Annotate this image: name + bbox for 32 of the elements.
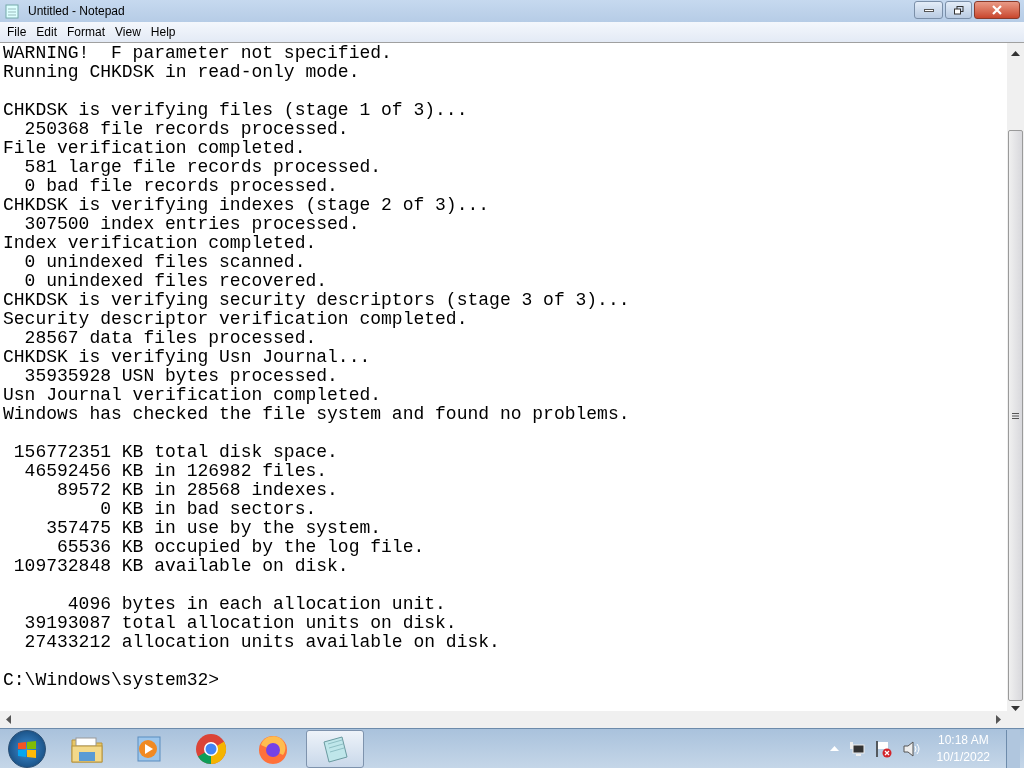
menu-item[interactable]: File (2, 23, 32, 41)
scroll-up-icon[interactable] (1011, 51, 1020, 56)
horizontal-scrollbar[interactable] (0, 711, 1007, 728)
menu-item[interactable]: View (110, 23, 146, 41)
windows-logo-icon (17, 739, 37, 758)
chrome-icon (195, 732, 227, 765)
flag-icon[interactable] (874, 739, 893, 758)
play-icon (135, 734, 163, 763)
network-icon[interactable] (848, 740, 865, 757)
scroll-right-icon[interactable] (996, 715, 1001, 724)
show-desktop-button[interactable] (1006, 729, 1020, 768)
taskbar-button[interactable] (306, 729, 364, 768)
restore-icon (953, 5, 964, 15)
scrollbar-thumb[interactable] (1008, 130, 1023, 701)
grip-icon (1012, 412, 1019, 419)
menu-item[interactable]: Edit (31, 23, 63, 41)
start-button[interactable] (8, 729, 46, 768)
close-icon (991, 5, 1003, 15)
speaker-icon[interactable] (902, 740, 921, 757)
clock-date: 10/1/2022 (936, 748, 990, 766)
menu-item[interactable]: Format (62, 23, 111, 41)
window-title: Untitled - Notepad (28, 3, 125, 20)
close-button[interactable] (974, 1, 1020, 19)
vertical-scrollbar[interactable] (1007, 43, 1024, 711)
minimize-button[interactable] (914, 1, 943, 19)
menu-item[interactable]: Help (145, 23, 181, 41)
notepad-icon (4, 3, 20, 19)
minimize-icon (923, 8, 934, 12)
restore-button[interactable] (945, 1, 972, 19)
clock-time: 10:18 AM (937, 731, 989, 749)
notepad-icon (320, 733, 350, 764)
scroll-left-icon[interactable] (6, 715, 11, 724)
